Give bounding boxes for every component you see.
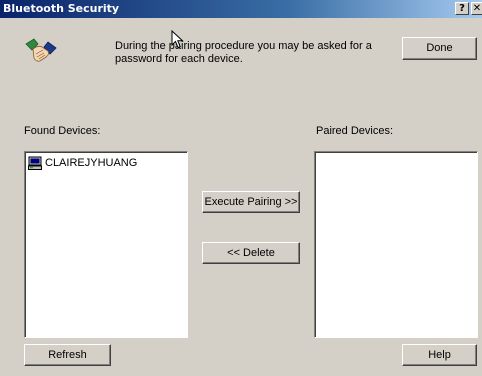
title-bar[interactable]: Bluetooth Security ? ✕: [0, 0, 482, 18]
paired-devices-list[interactable]: [314, 151, 478, 338]
refresh-button[interactable]: Refresh: [24, 344, 111, 366]
computer-icon: [28, 156, 42, 170]
bluetooth-security-window: Bluetooth Security ? ✕ During the pairin…: [0, 0, 482, 376]
list-item[interactable]: CLAIREJYHUANG: [28, 155, 137, 171]
paired-devices-label: Paired Devices:: [316, 125, 394, 137]
window-title: Bluetooth Security: [3, 2, 120, 15]
delete-button[interactable]: << Delete: [202, 242, 300, 264]
close-title-button[interactable]: ✕: [471, 2, 482, 15]
execute-pairing-button[interactable]: Execute Pairing >>: [202, 191, 300, 213]
done-button[interactable]: Done: [402, 37, 477, 60]
help-title-button[interactable]: ?: [455, 2, 469, 15]
found-devices-list[interactable]: CLAIREJYHUANG: [24, 151, 188, 338]
handshake-icon: [25, 38, 57, 62]
instructions-text: During the pairing procedure you may be …: [115, 40, 372, 65]
found-devices-label: Found Devices:: [24, 125, 101, 137]
device-name: CLAIREJYHUANG: [45, 157, 138, 169]
mouse-cursor-icon: [171, 30, 184, 49]
help-button[interactable]: Help: [402, 344, 477, 366]
